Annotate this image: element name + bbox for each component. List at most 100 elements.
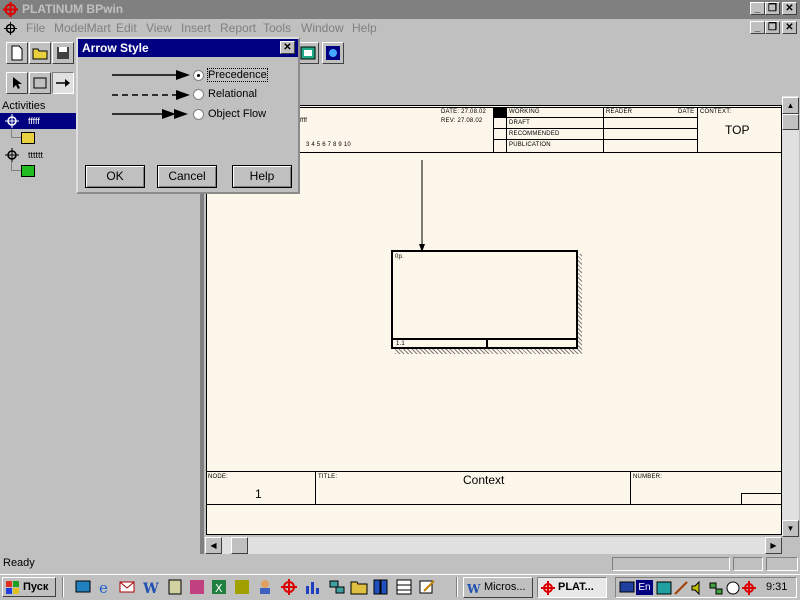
precedence-label[interactable]: Precedence (207, 68, 268, 82)
language-indicator[interactable]: En (636, 580, 653, 595)
relational-radio[interactable] (193, 89, 204, 100)
activity-tree[interactable] (0, 112, 78, 542)
dialog-close-button[interactable]: ✕ (280, 41, 295, 54)
restore-button[interactable]: ❐ (765, 2, 780, 15)
speaker-icon[interactable] (690, 580, 706, 596)
people-icon[interactable] (256, 578, 274, 596)
word-icon[interactable]: W (142, 578, 160, 597)
activity-box[interactable]: 0p. 1.1 (391, 250, 578, 349)
dialog-title-bar[interactable]: Arrow Style ✕ (78, 39, 298, 57)
tree-connector-h (11, 137, 21, 138)
grid-app-icon[interactable] (395, 578, 413, 596)
ie-icon[interactable]: e (96, 578, 114, 597)
books-icon[interactable] (372, 578, 390, 596)
tray-pen-icon[interactable] (673, 580, 689, 596)
status-text: Ready (3, 557, 35, 569)
status-draft: DRAFT (509, 120, 530, 126)
scroll-down-button[interactable]: ▼ (782, 520, 799, 537)
box-label: 0p. (395, 254, 404, 260)
explorer-icon[interactable] (350, 578, 368, 596)
menu-edit[interactable]: Edit (116, 21, 137, 35)
minimize-button[interactable]: _ (750, 2, 765, 15)
scroll-right-button[interactable]: ▶ (765, 537, 782, 554)
date-label: DATE (678, 109, 695, 115)
header-numbers: 3 4 5 6 7 8 9 10 (306, 142, 351, 148)
header-vline (506, 107, 507, 153)
clock[interactable]: 9:31 (766, 581, 787, 593)
outlook-icon[interactable] (118, 578, 136, 596)
vertical-scrollbar[interactable] (782, 96, 799, 537)
footer-bottom-line (206, 504, 782, 505)
model-explorer-icon[interactable] (297, 42, 319, 64)
tray-app-icon[interactable] (656, 580, 672, 596)
tray-network-icon[interactable] (708, 580, 724, 596)
windows-logo-icon (6, 581, 19, 594)
box-footer-line (393, 338, 576, 340)
powerpoint-icon[interactable] (188, 578, 206, 596)
start-label: Пуск (23, 581, 49, 593)
status-panel (766, 557, 798, 571)
number-label: NUMBER: (633, 474, 663, 480)
save-icon[interactable] (52, 42, 74, 64)
ok-button[interactable]: OK (85, 165, 145, 188)
scroll-left-button[interactable]: ◀ (205, 537, 222, 554)
pointer-tool-icon[interactable] (6, 72, 28, 94)
tray-monitor-icon[interactable] (619, 580, 635, 596)
word-task-icon: W (467, 582, 481, 595)
footer-vline (630, 471, 631, 505)
doc-minimize-button[interactable]: _ (750, 21, 765, 34)
tool-icon[interactable] (166, 578, 184, 596)
object-flow-radio[interactable] (193, 109, 204, 120)
tray-bpwin-icon[interactable] (741, 580, 757, 596)
scroll-thumb-h[interactable] (231, 537, 248, 554)
child-activity-icon[interactable] (21, 165, 35, 177)
start-button[interactable]: Пуск (2, 577, 56, 597)
child-activity-icon[interactable] (21, 132, 35, 144)
tree-item-tttttt[interactable]: tttttt (28, 150, 43, 160)
cancel-button[interactable]: Cancel (157, 165, 217, 188)
menu-modelmart[interactable]: ModelMart (54, 21, 111, 35)
help-button[interactable]: Help (232, 165, 292, 188)
horizontal-scrollbar[interactable] (205, 537, 782, 554)
globe-icon[interactable] (322, 42, 344, 64)
arrow-tool-icon[interactable] (52, 72, 74, 94)
chart-app-icon[interactable] (304, 578, 322, 596)
scroll-up-button[interactable]: ▲ (782, 97, 799, 114)
menu-window[interactable]: Window (301, 21, 344, 35)
status-working: WORKING (509, 109, 540, 115)
menu-file[interactable]: File (26, 21, 45, 35)
edit-icon[interactable] (418, 578, 436, 596)
doc-close-button[interactable]: ✕ (782, 21, 797, 34)
precedence-radio[interactable] (193, 70, 204, 81)
task-button-word[interactable]: W Micros... (463, 577, 533, 598)
window-title: PLATINUM BPwin (22, 2, 124, 16)
network-icon[interactable] (328, 578, 346, 596)
object-flow-label[interactable]: Object Flow (208, 108, 266, 120)
relational-label[interactable]: Relational (208, 88, 257, 100)
menu-view[interactable]: View (146, 21, 172, 35)
menu-tools[interactable]: Tools (263, 21, 291, 35)
close-button[interactable]: ✕ (782, 2, 797, 15)
menu-help[interactable]: Help (352, 21, 377, 35)
box-tool-icon[interactable] (29, 72, 51, 94)
scroll-thumb-v[interactable] (782, 114, 799, 130)
new-file-icon[interactable] (6, 42, 28, 64)
tray-clock-icon[interactable] (725, 580, 741, 596)
doc-icon[interactable] (3, 21, 18, 36)
tree-connector (11, 129, 12, 137)
task-button-platinum[interactable]: PLAT... (537, 577, 607, 598)
access-icon[interactable] (233, 578, 251, 596)
open-folder-icon[interactable] (29, 42, 51, 64)
menu-insert[interactable]: Insert (181, 21, 211, 35)
excel-icon[interactable]: X (210, 578, 228, 596)
app-icon[interactable] (3, 2, 18, 17)
doc-restore-button[interactable]: ❐ (765, 21, 780, 34)
task-label-platinum: PLAT... (558, 581, 594, 593)
desktop-icon[interactable] (74, 578, 92, 596)
precedence-arrow[interactable] (416, 160, 428, 252)
menu-report[interactable]: Report (220, 21, 256, 35)
header-vline (603, 107, 604, 153)
tree-item-fffff[interactable]: fffff (28, 116, 40, 126)
bpwin-icon[interactable] (280, 578, 298, 596)
precedence-arrow-sample-icon (112, 69, 192, 81)
